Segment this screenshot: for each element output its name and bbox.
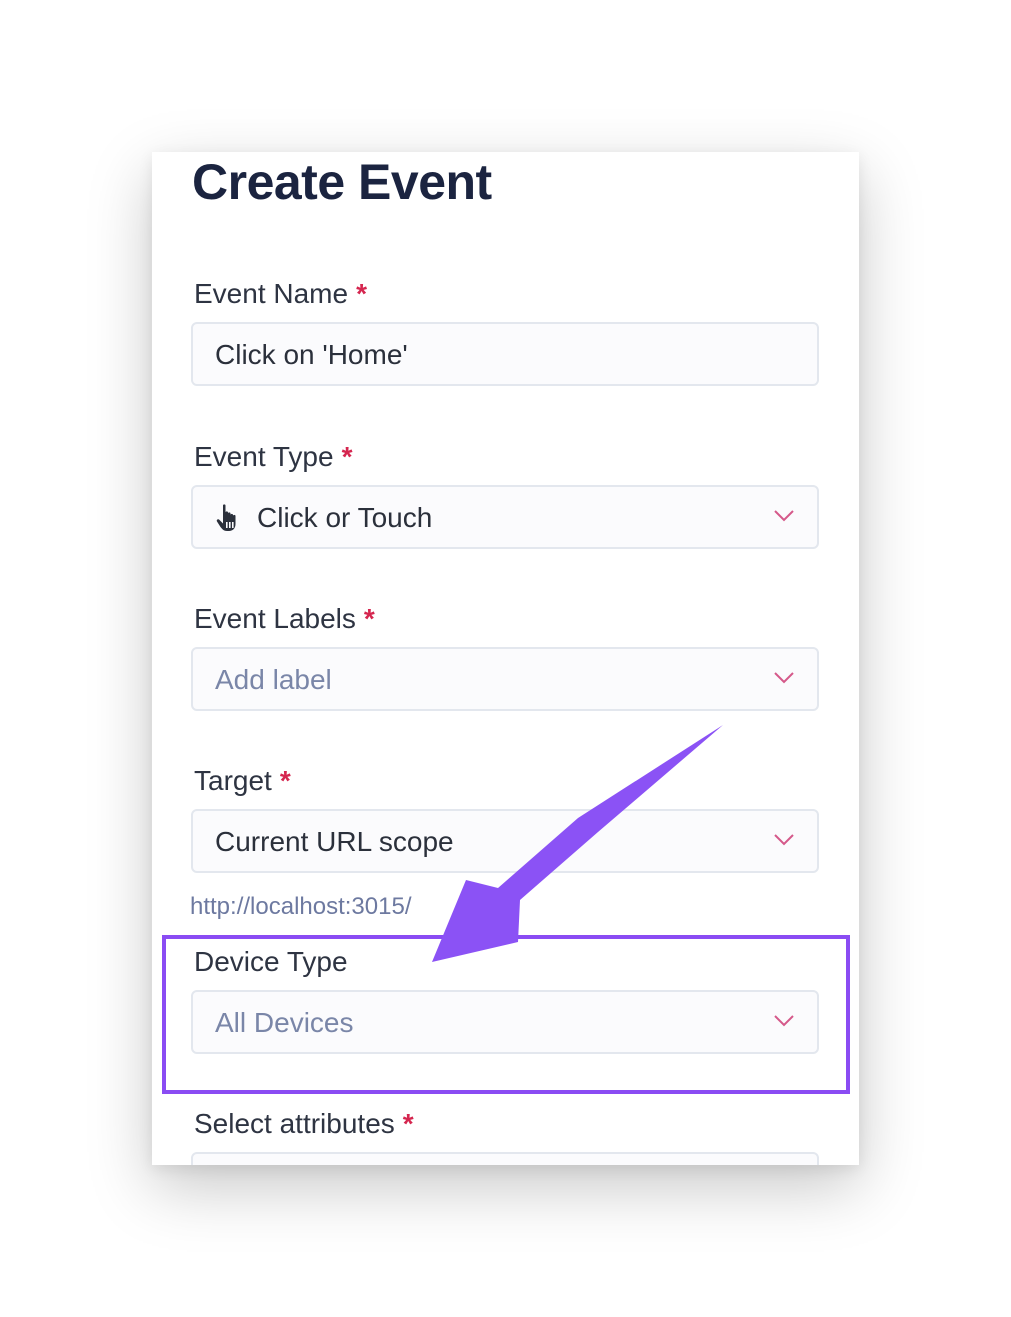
required-marker: *: [356, 278, 367, 309]
event-name-label: Event Name *: [194, 277, 367, 311]
required-marker: *: [341, 441, 353, 472]
event-labels-label-text: Event Labels: [194, 603, 356, 634]
device-type-select[interactable]: All Devices: [191, 990, 819, 1054]
chevron-down-icon: [774, 834, 794, 846]
chevron-down-icon: [774, 672, 794, 684]
required-marker: *: [402, 1108, 414, 1139]
event-name-label-text: Event Name: [194, 278, 349, 309]
required-marker: *: [279, 765, 291, 796]
event-type-value: Click or Touch: [257, 502, 433, 533]
select-attributes-label-text: Select attributes: [194, 1108, 395, 1139]
event-name-value: Click on 'Home': [215, 339, 408, 370]
chevron-down-icon: [774, 1015, 794, 1027]
event-type-select[interactable]: Click or Touch: [191, 485, 819, 549]
device-type-label: Device Type: [194, 945, 348, 979]
target-select[interactable]: Current URL scope: [191, 809, 819, 873]
event-labels-select[interactable]: Add label: [191, 647, 819, 711]
event-labels-placeholder: Add label: [215, 664, 332, 695]
event-labels-label: Event Labels *: [194, 602, 375, 636]
event-type-label-text: Event Type: [194, 441, 334, 472]
event-type-label: Event Type *: [194, 440, 352, 474]
target-value: Current URL scope: [215, 826, 454, 857]
target-label-text: Target: [194, 765, 272, 796]
chevron-down-icon: [774, 510, 794, 522]
device-type-label-text: Device Type: [194, 946, 348, 977]
pointer-hand-icon: [216, 504, 236, 531]
select-attributes-input[interactable]: [191, 1152, 819, 1165]
event-name-input[interactable]: Click on 'Home': [191, 322, 819, 386]
page-title: Create Event: [192, 154, 492, 210]
target-url-hint: http://localhost:3015/: [190, 893, 412, 920]
select-attributes-label: Select attributes *: [194, 1107, 414, 1141]
create-event-panel: Create Event Event Name * Click on 'Home'…: [152, 152, 859, 1165]
required-marker: *: [363, 603, 375, 634]
target-label: Target *: [194, 764, 291, 798]
device-type-value: All Devices: [215, 1007, 354, 1038]
